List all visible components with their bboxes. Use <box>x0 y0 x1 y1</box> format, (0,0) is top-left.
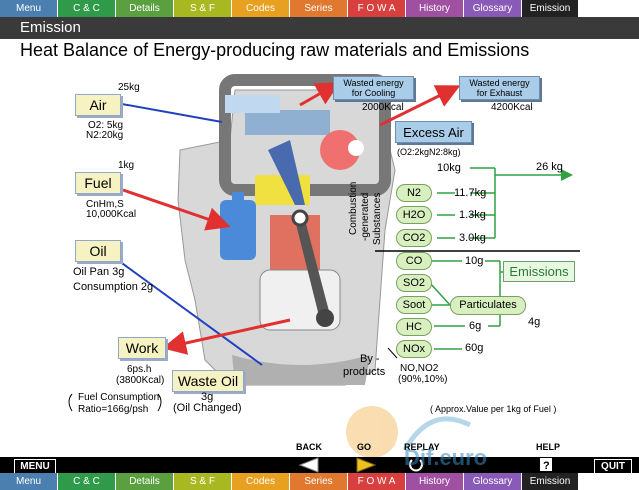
fuel-amount: 1kg <box>118 160 135 171</box>
watermark-text: Dif.euro <box>404 445 488 470</box>
bottom-tab-series[interactable]: Series <box>290 473 348 490</box>
work-power: 6ps.h <box>127 364 152 375</box>
combustion-total: 26 kg <box>536 161 563 173</box>
fuel-energy: 10,000Kcal <box>86 209 137 220</box>
bottom-tab-codes[interactable]: Codes <box>232 473 290 490</box>
waste-oil-label-box: Waste Oil <box>172 370 244 392</box>
work-label-box: Work <box>118 337 166 359</box>
wasted-cooling-line2: for Cooling <box>351 88 396 98</box>
wasted-exhaust-line2: for Exhaust <box>476 88 523 98</box>
fuel-label-box: Fuel <box>75 172 121 194</box>
back-label: BACK <box>296 442 322 452</box>
emission-hc-pill: HC <box>396 318 432 336</box>
waste-oil-note: (Oil Changed) <box>173 402 242 414</box>
bottom-tab-menu[interactable]: Menu <box>0 473 58 490</box>
nox-detail-2: (90%,10%) <box>398 374 448 385</box>
wasted-exhaust-box: Wasted energy for Exhaust <box>459 76 540 100</box>
byproducts-label-1: By - <box>360 353 380 365</box>
go-label: GO <box>357 442 372 452</box>
combustion-co2-pill: CO2 <box>396 229 432 247</box>
combustion-n2-pill: N2 <box>396 184 432 202</box>
bottom-tab-history[interactable]: History <box>406 473 464 490</box>
combustion-h2o-value: 1.3kg <box>459 209 486 221</box>
byproducts-label-2: products <box>343 366 386 378</box>
work-energy: (3800Kcal) <box>116 375 165 386</box>
combustion-label-1: Combustion <box>348 181 359 235</box>
bottom-tab-c-and-c[interactable]: C & C <box>58 473 116 490</box>
bottom-tab-bar: Menu C & C Details S & F Codes Series F … <box>0 473 639 490</box>
bottom-tab-fowa[interactable]: F O W A <box>348 473 406 490</box>
bottom-tab-glossary[interactable]: Glossary <box>464 473 522 490</box>
fuel-consumption-label: Fuel Consumption <box>78 392 160 403</box>
menu-button[interactable]: MENU <box>14 459 56 474</box>
emission-hc-value: 6g <box>469 320 482 332</box>
bottom-tab-details[interactable]: Details <box>116 473 174 490</box>
oil-pan: Oil Pan 3g <box>73 266 125 278</box>
emission-nox-value: 60g <box>465 342 484 354</box>
wasted-exhaust-value: 4200Kcal <box>491 102 533 113</box>
emission-co-value: 10g <box>465 255 484 267</box>
combustion-n2-value: 11.7kg <box>454 187 487 199</box>
bottom-tab-emission[interactable]: Emission <box>522 473 579 490</box>
oil-consumption: Consumption 2g <box>73 281 154 293</box>
fuel-consumption-ratio: Ratio=166g/psh <box>78 404 149 415</box>
emissions-label-box: Emissions <box>503 261 575 282</box>
excess-air-detail: (O2:2kgN2:8kg) <box>397 147 461 157</box>
emission-nox-pill: NOx <box>396 340 432 358</box>
help-icon[interactable] <box>540 458 552 471</box>
particulates-pill: Particulates <box>450 296 526 315</box>
combustion-h2o-pill: H2O <box>396 206 432 224</box>
wasted-cooling-line1: Wasted energy <box>343 78 404 88</box>
oil-label-box: Oil <box>75 240 121 262</box>
emission-soot-pill: Soot <box>396 296 432 314</box>
emission-co-pill: CO <box>396 252 432 270</box>
emission-so2-pill: SO2 <box>396 274 432 292</box>
wasted-cooling-value: 2000Kcal <box>362 102 404 113</box>
combustion-label-2: -generated <box>360 192 371 241</box>
combustion-n2-excess-value: 10kg <box>437 162 461 174</box>
approx-note: ( Approx.Value per 1kg of Fuel ) <box>430 404 557 414</box>
wasted-exhaust-line1: Wasted energy <box>469 78 530 88</box>
air-n2: N2:20kg <box>86 130 124 141</box>
help-label: HELP <box>536 442 561 452</box>
bottom-tab-s-and-f[interactable]: S & F <box>174 473 232 490</box>
air-amount: 25kg <box>118 82 140 93</box>
combustion-co2-value: 3.0kg <box>459 232 486 244</box>
particulates-value: 4g <box>528 316 541 328</box>
quit-button[interactable]: QUIT <box>594 459 632 474</box>
air-label-box: Air <box>75 94 121 116</box>
combustion-label-3: Substances <box>372 192 383 245</box>
wasted-cooling-box: Wasted energy for Cooling <box>333 76 414 100</box>
excess-air-box: Excess Air <box>395 121 472 143</box>
nox-detail-1: NO,NO2 <box>400 363 439 374</box>
